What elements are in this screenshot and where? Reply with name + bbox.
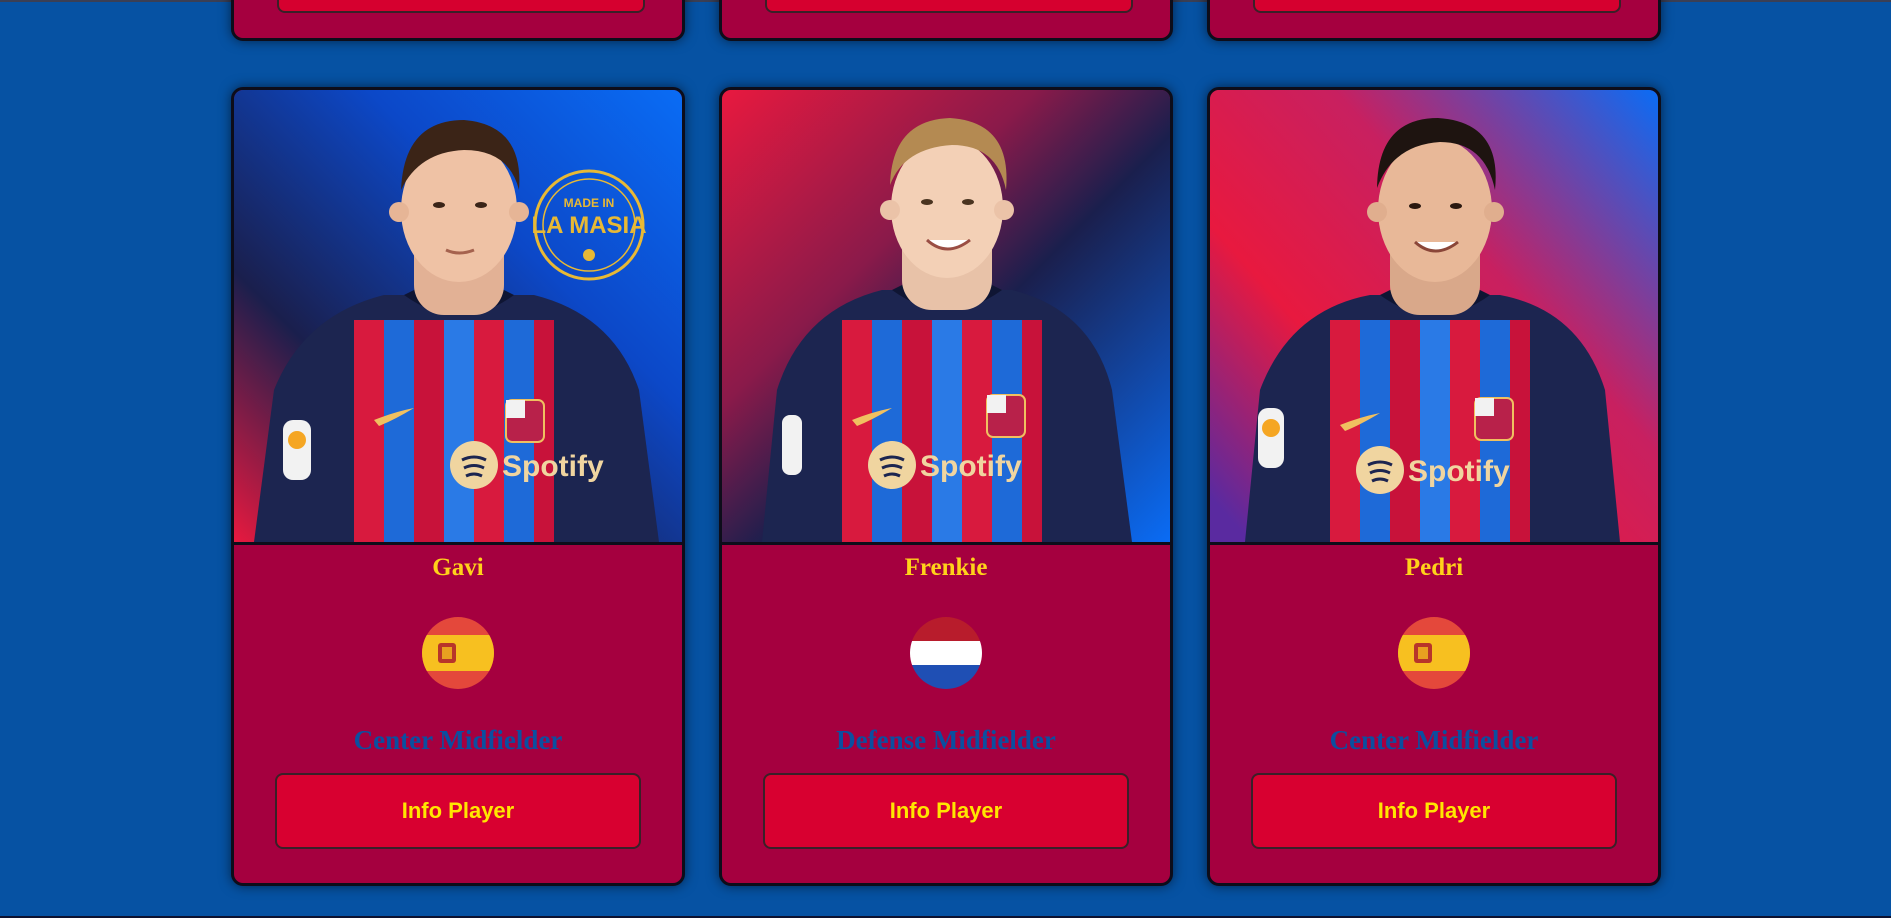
player-card-previous-row — [231, 0, 685, 41]
player-card-previous-row — [1207, 0, 1661, 41]
player-card-frenkie: Spotify Frenkie Defense Midfielder Info … — [719, 87, 1173, 886]
info-player-button-partial[interactable] — [277, 0, 645, 13]
info-player-button[interactable]: Info Player — [763, 773, 1129, 849]
svg-text:Spotify: Spotify — [502, 450, 604, 483]
info-player-button[interactable]: Info Player — [275, 773, 641, 849]
info-player-button[interactable]: Info Player — [1251, 773, 1617, 849]
player-photo: Spotify — [722, 90, 1170, 545]
svg-text:MADE IN: MADE IN — [564, 196, 615, 210]
player-name: Gavi — [432, 554, 484, 581]
svg-text:Spotify: Spotify — [920, 450, 1022, 483]
player-photo: Spotify MADE IN LA MASIA — [234, 90, 682, 545]
player-name: Frenkie — [904, 554, 988, 581]
netherlands-flag-icon — [910, 617, 982, 689]
info-player-button-partial[interactable] — [1253, 0, 1621, 13]
player-name: Pedri — [1404, 554, 1464, 581]
player-card-gavi: Spotify MADE IN LA MASIA Gavi Center Mid… — [231, 87, 685, 886]
player-position: Center Midfielder — [353, 725, 563, 755]
spain-flag-icon — [422, 617, 494, 689]
info-player-button-partial[interactable] — [765, 0, 1133, 13]
player-position: Center Midfielder — [1329, 725, 1539, 755]
svg-text:LA MASIA: LA MASIA — [531, 212, 646, 239]
player-card-pedri: Spotify Pedri Center Midfielder Info Pla… — [1207, 87, 1661, 886]
svg-text:Spotify: Spotify — [1408, 455, 1510, 488]
player-position: Defense Midfielder — [836, 725, 1056, 755]
player-grid-page: Spotify MADE IN LA MASIA Gavi Center Mid… — [0, 0, 1891, 918]
player-photo: Spotify — [1210, 90, 1658, 545]
spain-flag-icon — [1398, 617, 1470, 689]
player-card-previous-row — [719, 0, 1173, 41]
